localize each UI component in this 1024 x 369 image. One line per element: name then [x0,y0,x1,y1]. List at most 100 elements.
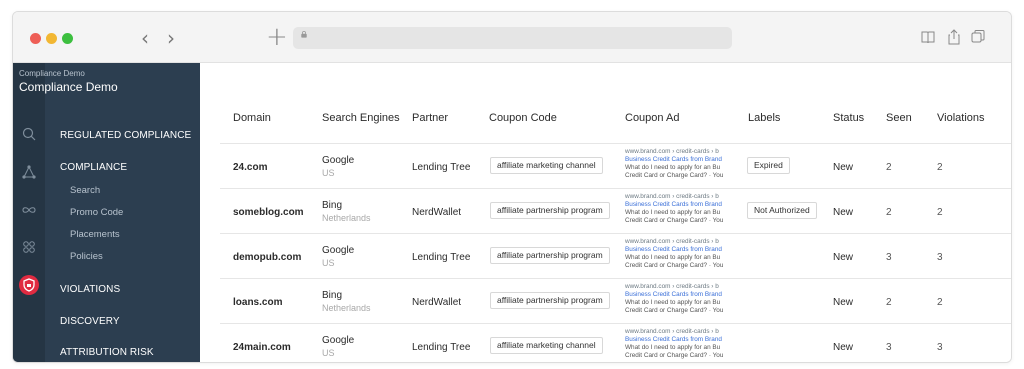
ad-title-link[interactable]: Business Credit Cards from Brand [625,156,736,164]
domain-cell[interactable]: someblog.com [233,207,304,218]
column-header-coupon-ad[interactable]: Coupon Ad [625,112,679,124]
seen-count-cell: 2 [886,297,892,308]
column-header-status[interactable]: Status [833,112,864,124]
violations-count-cell: 3 [937,252,943,263]
coupon-ad-preview[interactable]: www.brand.com › credit-cards › b Busines… [625,283,736,315]
maximize-window-button[interactable] [62,33,73,44]
violations-count-cell: 2 [937,297,943,308]
seen-count-cell: 2 [886,162,892,173]
ad-title-link[interactable]: Business Credit Cards from Brand [625,246,736,254]
sidebar-item-compliance[interactable]: COMPLIANCE [60,162,127,173]
country-cell: Netherlands [322,303,371,313]
column-header-domain[interactable]: Domain [233,112,271,124]
reader-book-icon[interactable] [921,29,935,45]
sidebar-subitem-policies[interactable]: Policies [70,251,103,262]
label-badge[interactable]: Expired [747,157,790,174]
column-header-coupon-code[interactable]: Coupon Code [489,112,557,124]
grid-icon[interactable] [21,239,37,255]
column-header-seen[interactable]: Seen [886,112,912,124]
ad-description: What do I need to apply for an Bu [625,164,721,171]
column-header-violations[interactable]: Violations [937,112,985,124]
ad-title-link[interactable]: Business Credit Cards from Brand [625,336,736,344]
coupon-code-chip[interactable]: affiliate partnership program [490,292,610,309]
ad-title-link[interactable]: Business Credit Cards from Brand [625,291,736,299]
new-tab-icon[interactable]: + [266,22,288,52]
partner-cell: Lending Tree [412,342,471,353]
back-icon[interactable]: ‹ [141,26,149,50]
search-engine-cell: Google [322,245,355,256]
violations-count-cell: 2 [937,207,943,218]
coupon-ad-preview[interactable]: www.brand.com › credit-cards › b Busines… [625,238,736,270]
coupon-ad-preview[interactable]: www.brand.com › credit-cards › b Busines… [625,148,736,180]
sidebar-subitem-promo-code[interactable]: Promo Code [70,207,123,218]
sidebar-subitem-search[interactable]: Search [70,185,100,196]
ad-description: What do I need to apply for an Bu [625,254,721,261]
violations-count-cell: 2 [937,162,943,173]
ad-url: www.brand.com › credit-cards › b [625,148,719,155]
column-header-labels[interactable]: Labels [748,112,780,124]
coupon-code-chip[interactable]: affiliate marketing channel [490,337,603,354]
sidebar-item-regulated-compliance[interactable]: REGULATED COMPLIANCE [60,130,191,141]
domain-cell[interactable]: 24main.com [233,342,291,353]
country-cell: US [322,258,335,268]
seen-count-cell: 2 [886,207,892,218]
search-icon[interactable] [21,126,37,142]
coupon-ad-preview[interactable]: www.brand.com › credit-cards › b Busines… [625,328,736,360]
ad-description: Credit Card or Charge Card? · You [625,172,724,179]
infinity-icon[interactable] [21,202,37,218]
ad-url: www.brand.com › credit-cards › b [625,283,719,290]
ad-description: What do I need to apply for an Bu [625,209,721,216]
org-title[interactable]: Compliance Demo [19,80,118,94]
country-cell: Netherlands [322,213,371,223]
sidebar-item-attribution-risk[interactable]: ATTRIBUTION RISK [60,347,154,358]
shield-icon[interactable] [19,275,39,295]
tabs-overview-icon[interactable] [971,29,985,45]
browser-toolbar: ‹ › + [13,12,1011,63]
sidebar-subitem-placements[interactable]: Placements [70,229,120,240]
shield-glyph-icon [23,278,35,292]
search-engine-cell: Bing [322,200,343,211]
triangle-nodes-icon[interactable] [21,164,37,180]
domain-cell[interactable]: demopub.com [233,252,301,263]
minimize-window-button[interactable] [46,33,57,44]
forward-icon[interactable]: › [167,26,175,50]
coupon-code-chip[interactable]: affiliate partnership program [490,202,610,219]
ad-url: www.brand.com › credit-cards › b [625,193,719,200]
sidebar-item-discovery[interactable]: DISCOVERY [60,316,120,327]
status-cell: New [833,252,854,263]
ad-description: What do I need to apply for an Bu [625,299,721,306]
close-window-button[interactable] [30,33,41,44]
status-cell: New [833,342,854,353]
column-header-search-engines[interactable]: Search Engines [322,112,400,124]
ad-title-link[interactable]: Business Credit Cards from Brand [625,201,736,209]
table-row[interactable]: loans.com Bing Netherlands NerdWallet af… [220,278,1011,323]
country-cell: US [322,348,335,358]
label-badge[interactable]: Not Authorized [747,202,817,219]
status-cell: New [833,162,854,173]
share-icon[interactable] [947,29,961,45]
address-bar[interactable] [293,27,732,49]
ad-url: www.brand.com › credit-cards › b [625,238,719,245]
status-cell: New [833,207,854,218]
coupon-code-chip[interactable]: affiliate marketing channel [490,157,603,174]
search-engine-cell: Google [322,335,355,346]
sidebar-item-violations[interactable]: VIOLATIONS [60,284,120,295]
table-row[interactable]: 24.com Google US Lending Tree affiliate … [220,143,1011,188]
table-row[interactable]: demopub.com Google US Lending Tree affil… [220,233,1011,278]
ad-url: www.brand.com › credit-cards › b [625,328,719,335]
table-row[interactable]: 24main.com Google US Lending Tree affili… [220,323,1011,362]
seen-count-cell: 3 [886,252,892,263]
coupon-code-chip[interactable]: affiliate partnership program [490,247,610,264]
domain-cell[interactable]: loans.com [233,297,282,308]
column-header-partner[interactable]: Partner [412,112,448,124]
seen-count-cell: 3 [886,342,892,353]
domain-cell[interactable]: 24.com [233,162,267,173]
table-row[interactable]: someblog.com Bing Netherlands NerdWallet… [220,188,1011,233]
main-content: Domain Search Engines Partner Coupon Cod… [200,63,1011,362]
browser-window: ‹ › + Compliance Demo Compliance Demo RE… [12,11,1012,363]
ad-description: Credit Card or Charge Card? · You [625,262,724,269]
search-engine-cell: Google [322,155,355,166]
coupon-ad-preview[interactable]: www.brand.com › credit-cards › b Busines… [625,193,736,225]
search-engine-cell: Bing [322,290,343,301]
partner-cell: NerdWallet [412,297,462,308]
